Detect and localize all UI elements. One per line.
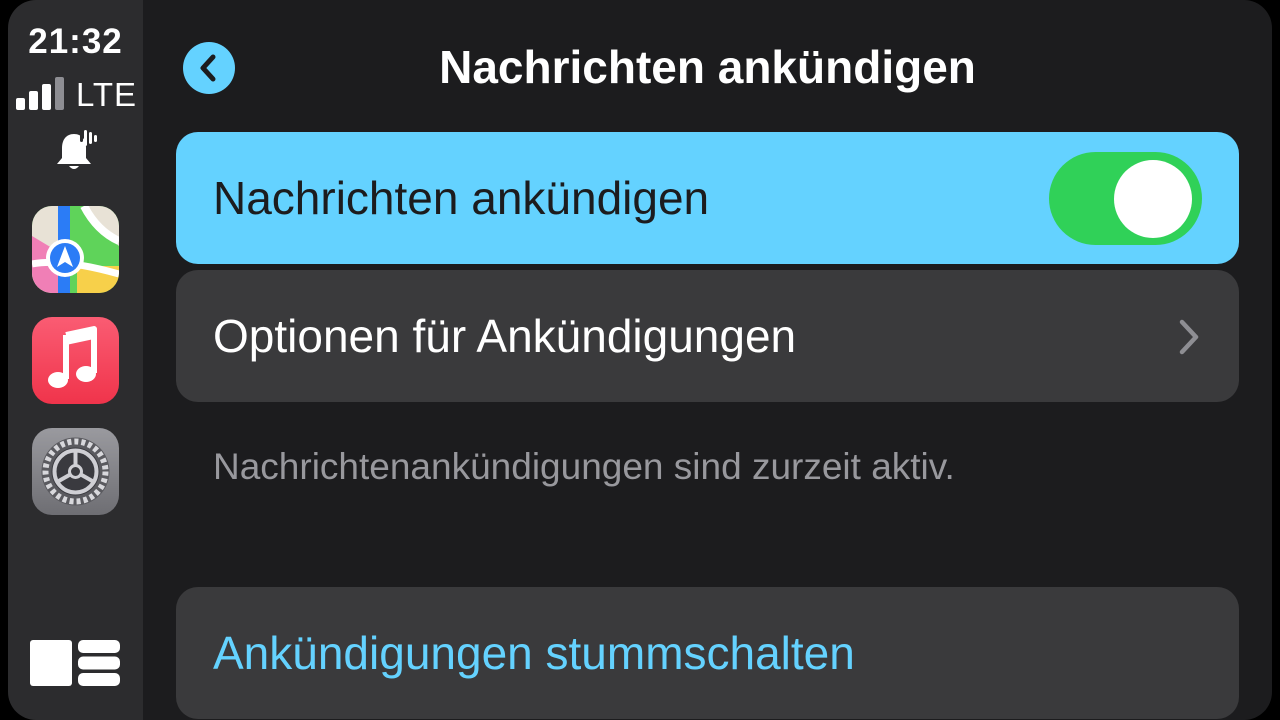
music-icon[interactable]: [32, 317, 119, 404]
signal-strength-icon: [16, 76, 76, 110]
announce-messages-label: Nachrichten ankündigen: [213, 172, 710, 224]
status-time: 21:32: [28, 22, 123, 61]
settings-panel: Nachrichten ankündigen Nachrichten ankün…: [143, 0, 1272, 720]
network-type: LTE: [76, 76, 138, 113]
chevron-right-icon: [1179, 319, 1199, 355]
announcement-options-label: Optionen für Ankündigungen: [213, 310, 797, 362]
announce-messages-row[interactable]: Nachrichten ankündigen: [176, 132, 1239, 264]
announcement-options-row[interactable]: Optionen für Ankündigungen: [176, 270, 1239, 402]
settings-icon[interactable]: [32, 428, 119, 515]
bell-announce-icon: [57, 130, 97, 169]
page-title: Nachrichten ankündigen: [439, 41, 976, 93]
status-footer-note: Nachrichtenankündigungen sind zurzeit ak…: [213, 446, 955, 487]
maps-icon[interactable]: [32, 206, 119, 293]
carplay-sidebar: 21:32 LTE: [8, 0, 143, 720]
announce-messages-toggle[interactable]: [1049, 152, 1202, 245]
dashboard-icon[interactable]: [30, 640, 122, 686]
mute-announcements-label: Ankündigungen stummschalten: [213, 627, 855, 679]
toggle-knob: [1114, 160, 1192, 238]
carplay-screen: 21:32 LTE Nachrichten ankündigen Nachric…: [0, 0, 1280, 720]
mute-announcements-row[interactable]: Ankündigungen stummschalten: [176, 587, 1239, 719]
